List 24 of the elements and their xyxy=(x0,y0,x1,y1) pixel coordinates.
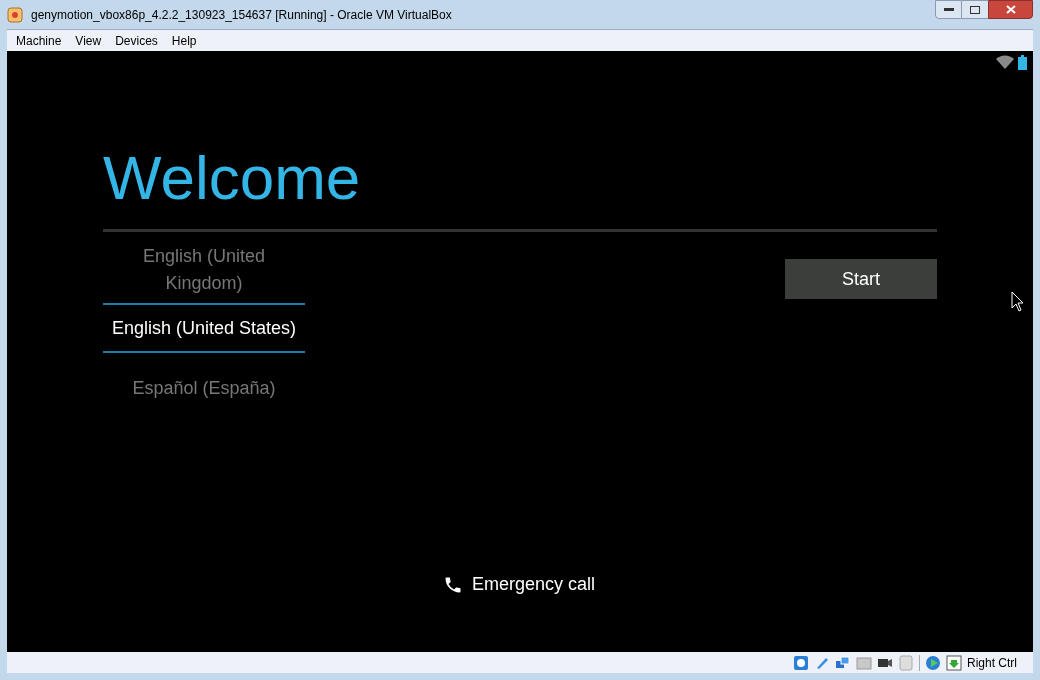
menu-item[interactable]: Devices xyxy=(108,31,165,50)
network-icon[interactable] xyxy=(835,654,851,671)
maximize-button[interactable] xyxy=(962,0,988,19)
wifi-icon xyxy=(996,55,1014,69)
language-option[interactable]: English (United Kingdom) xyxy=(103,243,305,293)
menu-item[interactable]: Machine xyxy=(9,31,69,50)
mouse-pointer-icon xyxy=(1011,291,1025,313)
menu-item[interactable]: Help xyxy=(164,31,204,50)
battery-icon xyxy=(1018,55,1027,70)
menu-item[interactable]: View xyxy=(68,31,109,50)
welcome-heading: Welcome xyxy=(103,147,937,232)
minimize-icon xyxy=(943,7,954,12)
download-icon[interactable] xyxy=(946,654,962,671)
window-title: genymotion_vbox86p_4.2.2_130923_154637 [Running] - Oracle VM VirtualBox xyxy=(31,6,452,24)
language-option[interactable]: Español (España) xyxy=(103,363,305,413)
close-icon xyxy=(1005,5,1016,14)
minimize-button[interactable] xyxy=(935,0,962,19)
maximize-icon xyxy=(970,5,980,14)
host-key-label: Right Ctrl xyxy=(967,654,1017,672)
close-button[interactable] xyxy=(988,0,1033,19)
start-button[interactable]: Start xyxy=(785,259,937,299)
app-icon xyxy=(7,6,23,23)
emergency-call-button[interactable]: Emergency call xyxy=(443,571,596,598)
language-option[interactable]: English (United States) xyxy=(103,303,305,353)
